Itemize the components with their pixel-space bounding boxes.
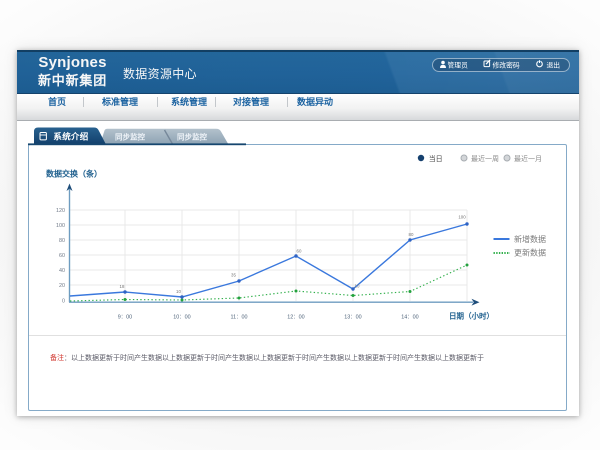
svg-text:18: 18 <box>120 284 125 289</box>
svg-text:10: 10 <box>176 289 181 294</box>
svg-text:数据交换（条）: 数据交换（条） <box>46 168 102 178</box>
svg-text:60: 60 <box>59 253 65 259</box>
svg-text:11：00: 11：00 <box>231 315 248 321</box>
svg-text:修改密码: 修改密码 <box>493 60 520 69</box>
svg-text:80: 80 <box>409 232 414 237</box>
svg-text:系统介绍: 系统介绍 <box>53 132 88 142</box>
svg-text:0: 0 <box>62 298 65 304</box>
svg-text:新增数据: 新增数据 <box>514 234 546 244</box>
svg-text:同步监控: 同步监控 <box>115 132 145 142</box>
svg-text:10：00: 10：00 <box>173 315 190 321</box>
svg-text:管理员: 管理员 <box>448 60 469 69</box>
svg-text:退出: 退出 <box>547 60 561 69</box>
svg-text:60: 60 <box>297 249 302 254</box>
svg-text:同步监控: 同步监控 <box>177 132 207 142</box>
svg-text:当日: 当日 <box>429 154 443 163</box>
svg-text:100: 100 <box>56 223 65 229</box>
svg-text:日期（小时）: 日期（小时） <box>449 310 494 320</box>
svg-text:更新数据: 更新数据 <box>514 248 546 258</box>
svg-text:20: 20 <box>59 283 65 289</box>
svg-text:10: 10 <box>355 284 360 289</box>
svg-text:13：00: 13：00 <box>344 315 361 321</box>
svg-text:最近一周: 最近一周 <box>471 154 499 163</box>
svg-text:14：00: 14：00 <box>401 315 418 321</box>
svg-text:最近一月: 最近一月 <box>514 154 542 163</box>
svg-text:9：00: 9：00 <box>118 315 132 321</box>
svg-text:80: 80 <box>59 238 65 244</box>
svg-text:35: 35 <box>231 273 236 278</box>
svg-text:120: 120 <box>56 208 65 214</box>
svg-text:40: 40 <box>59 268 65 274</box>
svg-text:12：00: 12：00 <box>287 315 304 321</box>
svg-text:100: 100 <box>458 215 466 220</box>
